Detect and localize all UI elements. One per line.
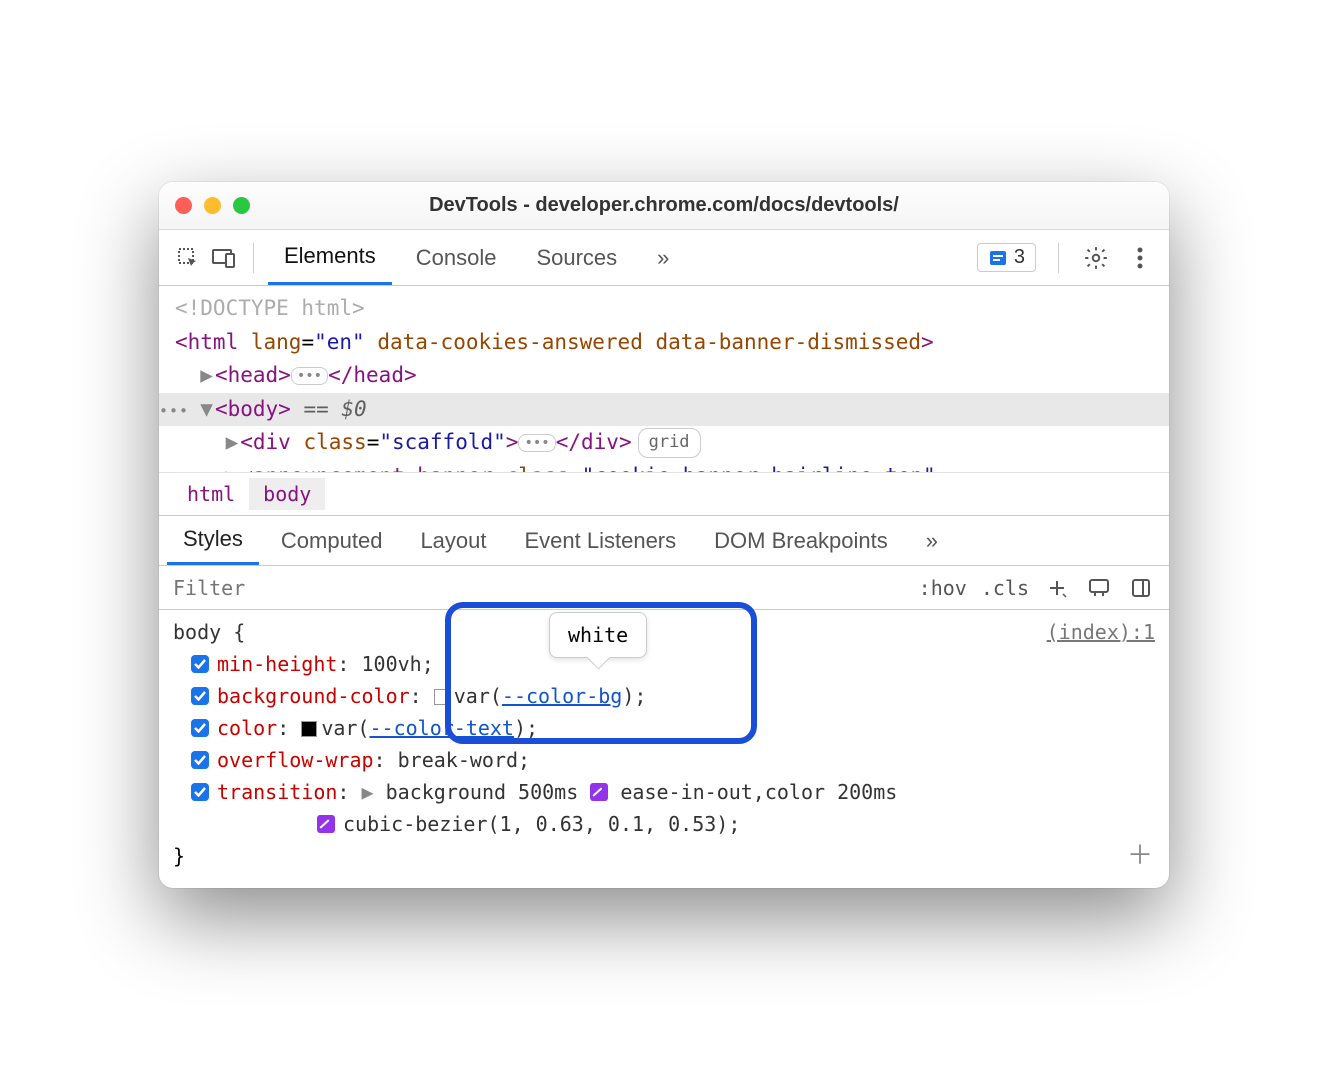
- tab-elements[interactable]: Elements: [268, 230, 392, 285]
- selected-node[interactable]: ▼<body> == $0: [159, 393, 1169, 427]
- styles-pane[interactable]: body { (index):1 min-height: 100vh; back…: [159, 610, 1169, 888]
- inspect-element-icon[interactable]: [173, 243, 203, 273]
- dom-tree[interactable]: <!DOCTYPE html> <html lang="en" data-coo…: [159, 286, 1169, 472]
- selector[interactable]: body {: [173, 616, 245, 648]
- bezier-icon[interactable]: [317, 815, 335, 833]
- enable-checkbox[interactable]: [191, 719, 209, 737]
- more-tabs-button[interactable]: »: [641, 230, 685, 285]
- device-toolbar-icon[interactable]: [209, 243, 239, 273]
- css-var-link[interactable]: --color-bg: [502, 684, 622, 708]
- rule-close: }: [173, 840, 1155, 872]
- property-continuation: cubic-bezier(1, 0.63, 0.1, 0.53);: [173, 808, 1155, 840]
- property-row: min-height: 100vh;: [173, 648, 1155, 680]
- tab-styles[interactable]: Styles: [167, 516, 259, 565]
- format-icon[interactable]: [1085, 574, 1113, 602]
- tab-event-listeners[interactable]: Event Listeners: [509, 516, 693, 565]
- ellipsis-icon[interactable]: •••: [291, 367, 328, 385]
- add-property-icon[interactable]: ＋: [1127, 836, 1153, 878]
- titlebar: DevTools - developer.chrome.com/docs/dev…: [159, 182, 1169, 230]
- tab-layout[interactable]: Layout: [404, 516, 502, 565]
- breadcrumb-item[interactable]: body: [249, 478, 325, 510]
- panel-toggle-icon[interactable]: [1127, 574, 1155, 602]
- tab-sources[interactable]: Sources: [520, 230, 633, 285]
- styles-filter-bar: :hov .cls: [159, 566, 1169, 610]
- enable-checkbox[interactable]: [191, 751, 209, 769]
- separator: [253, 243, 254, 273]
- cls-button[interactable]: .cls: [981, 576, 1029, 600]
- kebab-menu-icon[interactable]: [1125, 243, 1155, 273]
- hov-button[interactable]: :hov: [919, 576, 967, 600]
- color-swatch[interactable]: [434, 689, 450, 705]
- tab-console[interactable]: Console: [400, 230, 513, 285]
- breadcrumb: html body: [159, 472, 1169, 516]
- enable-checkbox[interactable]: [191, 687, 209, 705]
- settings-icon[interactable]: [1081, 243, 1111, 273]
- css-var-link[interactable]: --color-text: [369, 716, 514, 740]
- property-row: transition: ▶ background 500ms ease-in-o…: [173, 776, 1155, 808]
- more-subtabs-button[interactable]: »: [910, 516, 954, 565]
- property-row: background-color: var(--color-bg);: [173, 680, 1155, 712]
- grid-badge[interactable]: grid: [638, 428, 701, 457]
- tab-dom-breakpoints[interactable]: DOM Breakpoints: [698, 516, 904, 565]
- panel-tabs: Elements Console Sources »: [268, 230, 685, 285]
- tooltip: white: [549, 612, 647, 658]
- window-title: DevTools - developer.chrome.com/docs/dev…: [159, 194, 1169, 217]
- new-rule-icon[interactable]: [1043, 574, 1071, 602]
- issues-badge[interactable]: 3: [977, 243, 1036, 272]
- breadcrumb-item[interactable]: html: [173, 478, 249, 510]
- property-row: overflow-wrap: break-word;: [173, 744, 1155, 776]
- main-toolbar: Elements Console Sources » 3: [159, 230, 1169, 286]
- tooltip-text: white: [568, 623, 628, 647]
- separator: [1058, 243, 1059, 273]
- tab-computed[interactable]: Computed: [265, 516, 399, 565]
- sidebar-tabs: Styles Computed Layout Event Listeners D…: [159, 516, 1169, 566]
- enable-checkbox[interactable]: [191, 655, 209, 673]
- issues-count: 3: [1014, 246, 1025, 269]
- source-link[interactable]: (index):1: [1047, 616, 1155, 648]
- enable-checkbox[interactable]: [191, 783, 209, 801]
- filter-input[interactable]: [159, 566, 905, 609]
- doctype: <!DOCTYPE html>: [175, 296, 365, 320]
- property-row: color: var(--color-text);: [173, 712, 1155, 744]
- bezier-icon[interactable]: [590, 783, 608, 801]
- color-swatch[interactable]: [301, 721, 317, 737]
- devtools-window: DevTools - developer.chrome.com/docs/dev…: [159, 182, 1169, 888]
- ellipsis-icon[interactable]: •••: [518, 434, 555, 452]
